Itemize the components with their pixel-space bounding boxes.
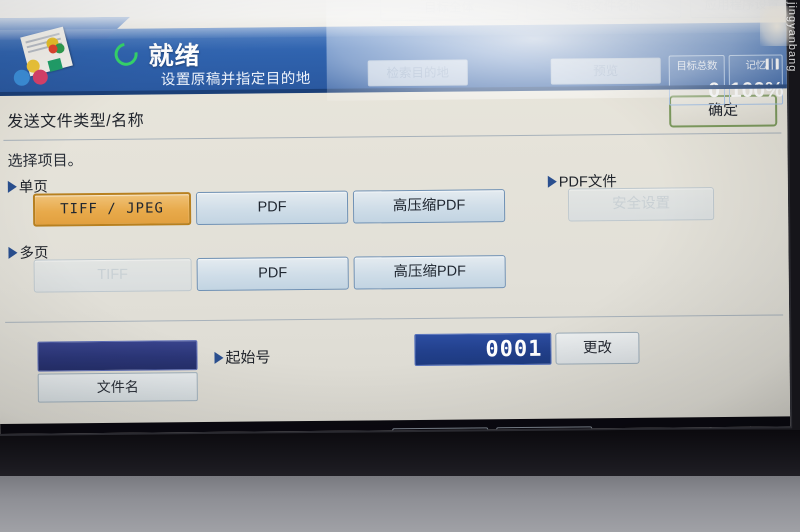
filename-display — [37, 340, 198, 372]
divider-top — [3, 132, 782, 141]
instruction-text: 选择项目。 — [7, 152, 83, 170]
status-subtitle: 设置原稿并指定目的地 — [160, 70, 311, 89]
option-single-tiff-jpeg[interactable]: TIFF / JPEG — [32, 192, 192, 227]
page-title: 发送文件类型/名称 — [7, 112, 145, 131]
serial-number-label: 起始号 — [214, 346, 271, 368]
device-lower-body — [0, 476, 800, 532]
memory-icon — [765, 58, 779, 70]
triangle-bullet-icon-multi — [8, 246, 18, 259]
status-title: 就绪 — [148, 42, 201, 71]
destination-count-value: 0 — [708, 79, 721, 103]
option-single-pdf[interactable]: PDF — [195, 190, 349, 226]
serial-number-display: 0001 — [414, 332, 552, 366]
touchscreen-display: 目标全体 编辑文件名称 应用程序设置 就绪 设置原稿并指定目的地 检索目的地 预… — [0, 0, 791, 434]
option-multi-tiff[interactable]: TIFF — [33, 258, 192, 293]
destination-count-indicator: 目标总数 0 — [668, 55, 726, 106]
option-multi-pdf[interactable]: PDF — [196, 256, 349, 292]
preview-button[interactable]: 预览 — [550, 57, 661, 85]
security-settings-button[interactable]: 安全设置 — [567, 187, 715, 222]
status-header: 就绪 设置原稿并指定目的地 检索目的地 预览 目标总数 0 记忆 100% — [0, 10, 787, 106]
destination-count-label: 目标总数 — [676, 60, 718, 73]
serial-number-value: 0001 — [485, 336, 543, 363]
memory-value: 100% — [729, 78, 784, 102]
search-destination-button[interactable]: 检索目的地 — [367, 59, 468, 87]
serial-change-button[interactable]: 更改 — [555, 331, 640, 365]
printer-logo-icon — [10, 26, 75, 90]
filename-button[interactable]: 文件名 — [37, 372, 198, 403]
triangle-bullet-icon — [7, 180, 17, 193]
triangle-bullet-icon-pdf — [547, 175, 557, 188]
memory-indicator: 记忆 100% — [728, 54, 784, 105]
option-multi-compact-pdf[interactable]: 高压缩PDF — [353, 255, 506, 290]
printer-device: 目标全体 编辑文件名称 应用程序设置 就绪 设置原稿并指定目的地 检索目的地 预… — [0, 0, 800, 532]
divider-bottom — [5, 314, 784, 323]
option-single-compact-pdf[interactable]: 高压缩PDF — [352, 189, 506, 224]
triangle-bullet-icon-serial — [214, 351, 224, 364]
